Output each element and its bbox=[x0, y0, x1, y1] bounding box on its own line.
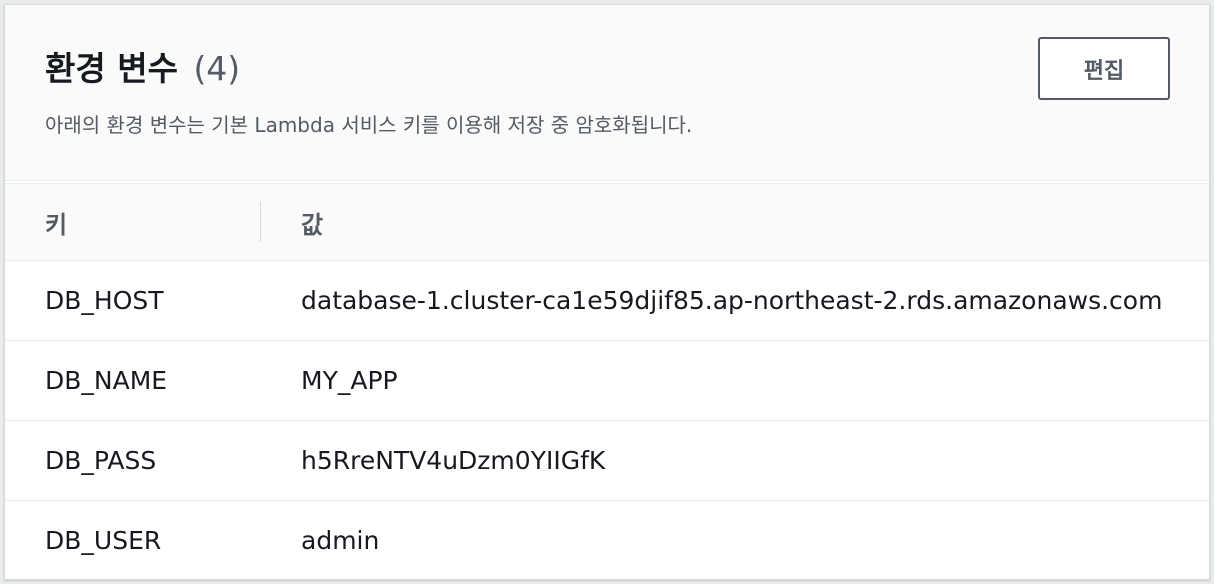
variable-value: h5RreNTV4uDzm0YIIGfK bbox=[301, 446, 606, 475]
column-header-key: 키 bbox=[5, 184, 261, 261]
panel-title-text: 환경 변수 bbox=[45, 49, 178, 88]
panel-title: 환경 변수 (4) bbox=[45, 49, 240, 89]
panel-description: 아래의 환경 변수는 기본 Lambda 서비스 키를 이용해 저장 중 암호화… bbox=[45, 113, 693, 137]
variable-key: DB_HOST bbox=[45, 286, 164, 315]
variable-value: admin bbox=[301, 526, 380, 556]
table-row: DB_PASS h5RreNTV4uDzm0YIIGfK bbox=[5, 421, 1209, 501]
variable-key: DB_NAME bbox=[45, 366, 168, 395]
panel-header: 환경 변수 (4) 아래의 환경 변수는 기본 Lambda 서비스 키를 이용… bbox=[5, 5, 1209, 181]
environment-variables-table: 키 값 DB_HOST database-1.cluster-ca1e59dji… bbox=[5, 183, 1209, 580]
edit-button[interactable]: 편집 bbox=[1038, 37, 1170, 100]
table-header-row: 키 값 bbox=[5, 183, 1209, 261]
table-row: DB_NAME MY_APP bbox=[5, 341, 1209, 421]
environment-variables-panel: 환경 변수 (4) 아래의 환경 변수는 기본 Lambda 서비스 키를 이용… bbox=[4, 4, 1210, 580]
variable-value: MY_APP bbox=[301, 366, 398, 395]
variable-count: (4) bbox=[193, 49, 241, 88]
column-header-value: 값 bbox=[261, 184, 1209, 261]
variable-key: DB_PASS bbox=[45, 446, 157, 475]
table-row: DB_HOST database-1.cluster-ca1e59djif85.… bbox=[5, 261, 1209, 341]
variable-key: DB_USER bbox=[45, 526, 162, 556]
table-row: DB_USER admin bbox=[5, 501, 1209, 580]
column-header-value-label: 값 bbox=[301, 210, 324, 239]
variable-value: database-1.cluster-ca1e59djif85.ap-north… bbox=[301, 286, 1163, 315]
column-header-key-label: 키 bbox=[45, 210, 68, 239]
